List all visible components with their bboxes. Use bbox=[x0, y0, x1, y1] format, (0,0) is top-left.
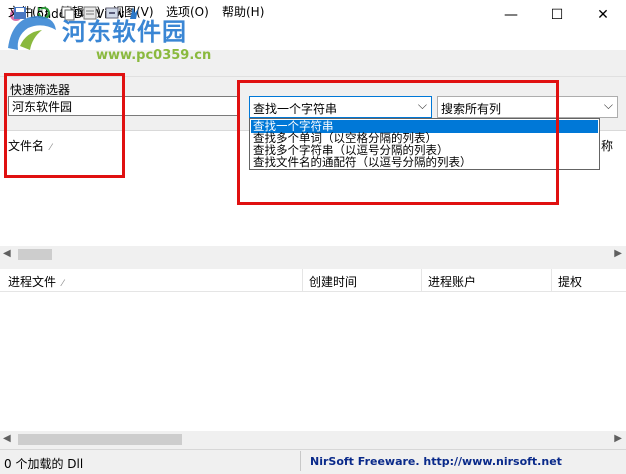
column-divider[interactable] bbox=[551, 269, 552, 291]
chevron-down-icon: ⌵ bbox=[603, 98, 613, 112]
status-dll-count: 0 个加载的 Dll bbox=[4, 457, 84, 471]
status-divider bbox=[300, 451, 301, 471]
sort-icon: ⁄ bbox=[62, 279, 64, 289]
column-header-partial[interactable]: 称 bbox=[601, 137, 613, 154]
annotation-box-mode bbox=[237, 80, 559, 205]
scroll-left-icon[interactable]: ◀ bbox=[3, 433, 11, 444]
scroll-thumb[interactable] bbox=[18, 434, 182, 445]
minimize-button[interactable]: — bbox=[488, 0, 534, 30]
process-list-header: 进程文件 ⁄ 创建时间 进程账户 提权 bbox=[0, 269, 626, 292]
scroll-left-icon[interactable]: ◀ bbox=[3, 248, 11, 259]
scroll-right-icon[interactable]: ▶ bbox=[614, 433, 622, 444]
process-list[interactable] bbox=[0, 269, 626, 431]
column-header-process-file[interactable]: 进程文件 ⁄ bbox=[8, 273, 64, 290]
close-button[interactable]: ✕ bbox=[580, 0, 626, 30]
menu-help[interactable]: 帮助(H) bbox=[222, 3, 264, 20]
column-header-created-time[interactable]: 创建时间 bbox=[309, 273, 357, 290]
annotation-box-filter bbox=[4, 73, 125, 178]
scroll-thumb[interactable] bbox=[18, 249, 52, 260]
column-header-elevated[interactable]: 提权 bbox=[558, 273, 582, 290]
column-divider[interactable] bbox=[421, 269, 422, 291]
watermark-logo-icon bbox=[8, 16, 56, 50]
nirsoft-link[interactable]: NirSoft Freeware. http://www.nirsoft.net bbox=[310, 455, 562, 468]
watermark-url: www.pc0359.cn bbox=[96, 48, 212, 63]
maximize-button[interactable]: ☐ bbox=[534, 0, 580, 30]
lower-horizontal-scrollbar[interactable]: ◀ ▶ bbox=[0, 431, 626, 448]
column-header-process-account[interactable]: 进程账户 bbox=[428, 273, 476, 290]
column-divider[interactable] bbox=[302, 269, 303, 291]
scroll-right-icon[interactable]: ▶ bbox=[614, 248, 622, 259]
watermark-title: 河东软件园 bbox=[62, 17, 187, 46]
upper-horizontal-scrollbar[interactable]: ◀ ▶ bbox=[0, 246, 626, 263]
